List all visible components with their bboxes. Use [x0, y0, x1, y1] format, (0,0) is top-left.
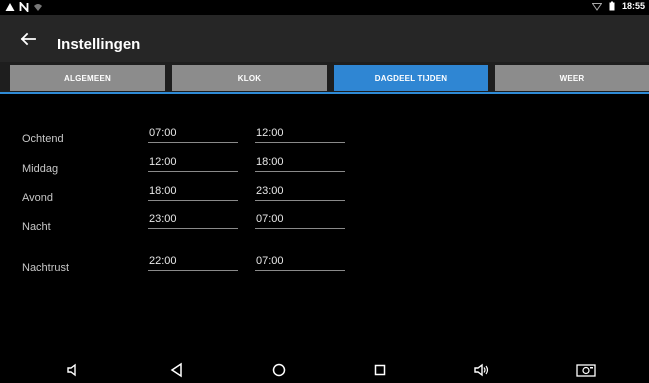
- status-time: 18:55: [621, 1, 645, 11]
- tab-bar: ALGEMEEN KLOK DAGDEEL TIJDEN WEER: [0, 62, 649, 94]
- volume-down-icon[interactable]: [64, 361, 82, 379]
- wifi-icon: [591, 3, 602, 11]
- navigation-bar: [0, 355, 649, 383]
- row-label-avond: Avond: [22, 192, 53, 204]
- signal-icon: [34, 4, 42, 11]
- back-triangle-icon[interactable]: [168, 361, 186, 379]
- screenshot-icon[interactable]: [575, 361, 597, 379]
- recents-square-icon[interactable]: [371, 361, 389, 379]
- nachtrust-start-field[interactable]: 22:00: [148, 255, 238, 271]
- ochtend-end-field[interactable]: 12:00: [255, 127, 345, 143]
- avond-start-field[interactable]: 18:00: [148, 185, 238, 201]
- volume-up-icon[interactable]: [473, 361, 491, 379]
- row-label-middag: Middag: [22, 163, 59, 175]
- nacht-end-field[interactable]: 07:00: [255, 213, 345, 229]
- ochtend-start-field[interactable]: 07:00: [148, 127, 238, 143]
- warning-icon: [5, 3, 15, 11]
- tab-algemeen[interactable]: ALGEMEEN: [10, 65, 165, 91]
- tab-weer[interactable]: WEER: [495, 65, 649, 91]
- row-label-nachtrust: Nachtrust: [22, 262, 70, 274]
- app-bar: Instellingen: [0, 15, 649, 62]
- nacht-start-field[interactable]: 23:00: [148, 213, 238, 229]
- status-right-icons: 18:55: [591, 1, 645, 11]
- status-left-icons: [5, 2, 43, 12]
- arrow-back-icon[interactable]: [16, 27, 40, 51]
- middag-end-field[interactable]: 18:00: [255, 156, 345, 172]
- tab-klok[interactable]: KLOK: [172, 65, 327, 91]
- n-notification-icon: [19, 2, 29, 12]
- row-label-ochtend: Ochtend: [22, 133, 64, 145]
- tab-dagdeel-tijden[interactable]: DAGDEEL TIJDEN: [334, 65, 488, 91]
- nachtrust-end-field[interactable]: 07:00: [255, 255, 345, 271]
- middag-start-field[interactable]: 12:00: [148, 156, 238, 172]
- avond-end-field[interactable]: 23:00: [255, 185, 345, 201]
- battery-icon: [609, 1, 615, 11]
- page-title: Instellingen: [57, 36, 141, 53]
- home-circle-icon[interactable]: [270, 361, 288, 379]
- status-bar: 18:55: [0, 0, 649, 15]
- row-label-nacht: Nacht: [22, 221, 51, 233]
